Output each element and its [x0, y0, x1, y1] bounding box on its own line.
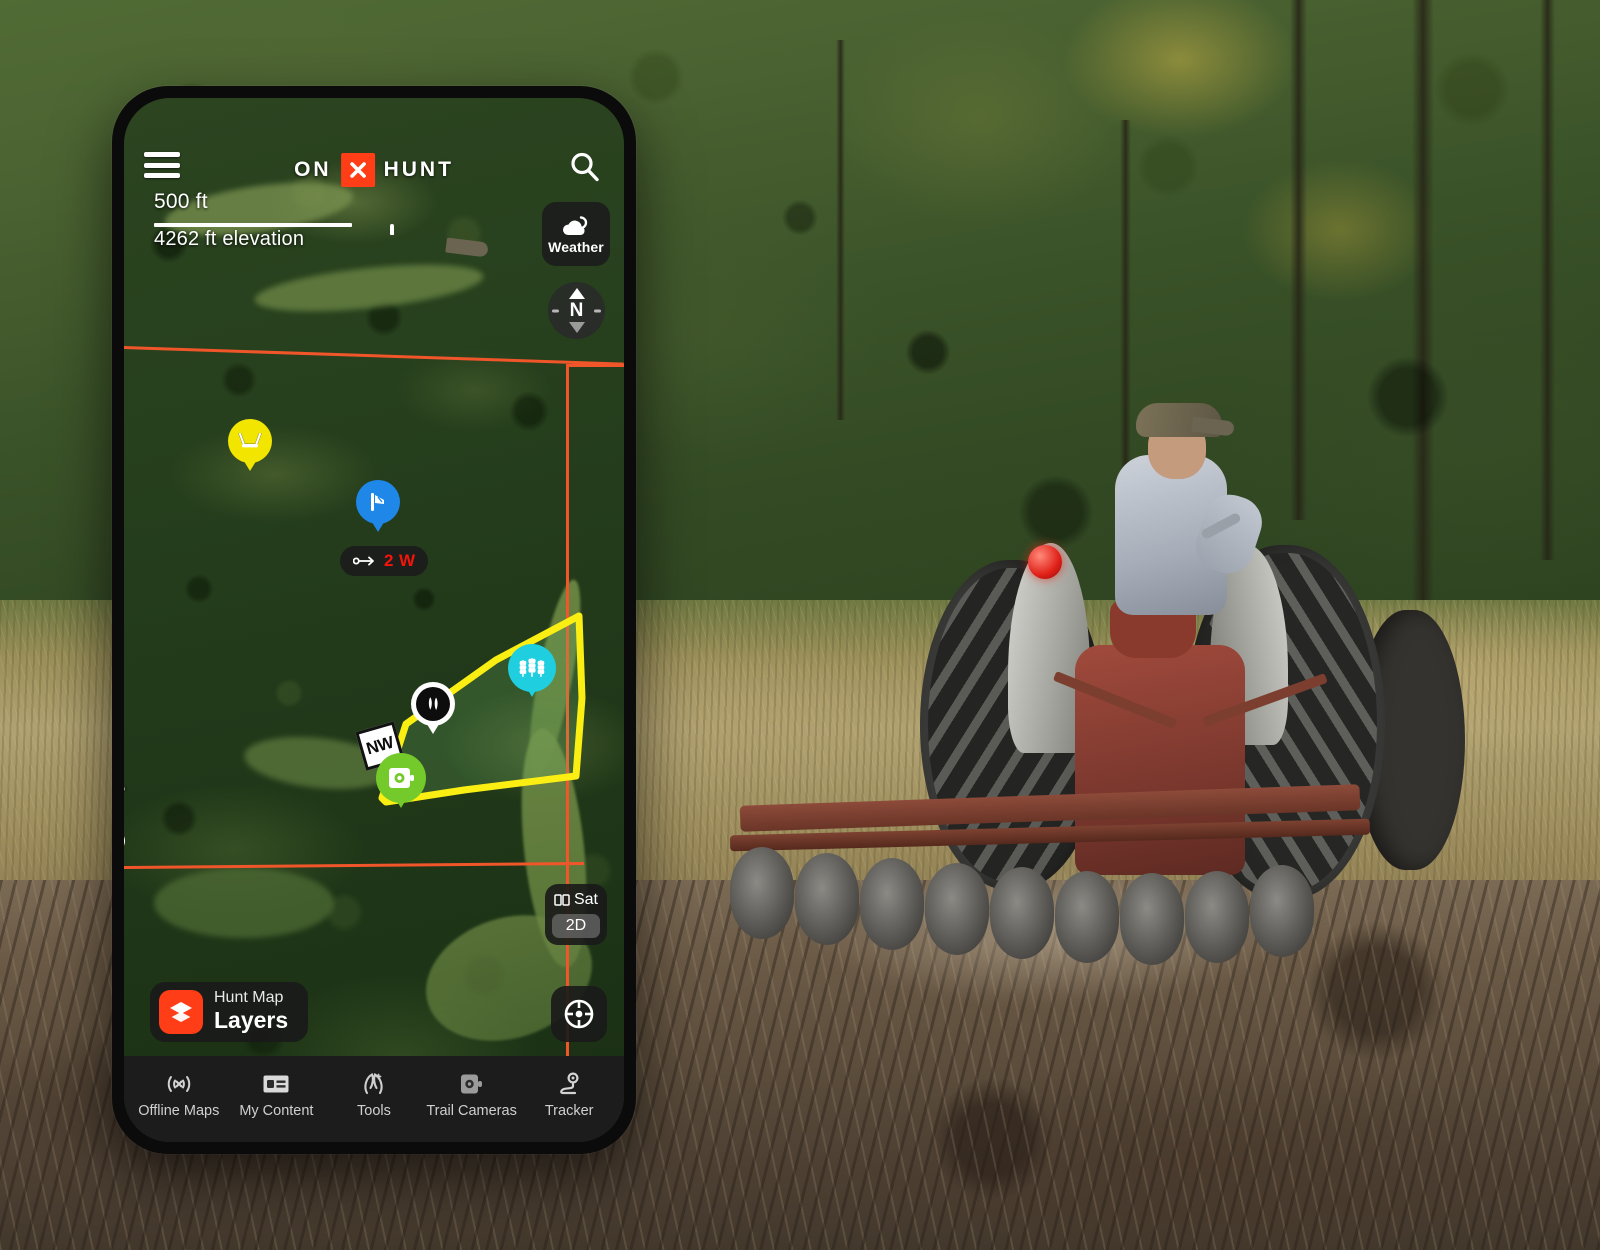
app-top-bar: ON HUNT: [124, 98, 624, 187]
scale-label: 500 ft: [154, 190, 208, 213]
scale-bar: [154, 216, 394, 235]
brand-text-left: ON: [294, 158, 332, 181]
nav-item-my-content[interactable]: My Content: [228, 1071, 326, 1119]
compass-west-tick: [552, 309, 559, 312]
tree-trunk: [1540, 0, 1555, 560]
harrow-disc: [795, 853, 859, 945]
tree-stand-pin-body: [228, 419, 272, 463]
compass-north-arrow: [568, 288, 585, 299]
food-plot-marker[interactable]: [508, 644, 556, 697]
nav-label: Trail Cameras: [426, 1103, 517, 1119]
basemap-dimension-label[interactable]: 2D: [552, 914, 600, 938]
harrow-disc: [1055, 871, 1119, 963]
layers-title: Hunt Map: [214, 989, 284, 1007]
stacked-layers-icon: [159, 990, 203, 1034]
mapbox-logo-icon: [124, 830, 125, 852]
basemap-type-label: Sat: [573, 891, 598, 908]
search-icon[interactable]: [568, 150, 602, 184]
mapbox-label: mapbox: [124, 740, 126, 823]
nav-item-trail-cameras[interactable]: Trail Cameras: [423, 1071, 521, 1119]
wind-value: 2 W: [384, 551, 416, 570]
harrow-disc: [925, 863, 989, 955]
tractor-and-operator: [720, 395, 1465, 1025]
harrow-disc: [990, 867, 1054, 959]
weather-button[interactable]: Weather: [542, 202, 610, 266]
harrow-disc: [730, 847, 794, 939]
layers-book-icon: [554, 894, 570, 906]
offline-signal-icon: [164, 1071, 194, 1097]
clearing-patch: [154, 868, 334, 938]
tools-icon: [361, 1071, 387, 1097]
content-card-icon: [262, 1071, 290, 1097]
wind-indicator-badge[interactable]: 2 W: [340, 546, 429, 576]
wheat-crop-icon: [519, 658, 545, 677]
hoof-print-icon: [428, 697, 438, 710]
camo-cap: [1136, 403, 1222, 437]
deer-track-marker[interactable]: [411, 682, 455, 734]
deer-track-pin-body: [411, 682, 455, 726]
compass-control[interactable]: N: [548, 282, 605, 339]
nav-item-offline-maps[interactable]: Offline Maps: [130, 1071, 228, 1119]
ground-blind-pin-body: [356, 480, 400, 524]
harrow-disc: [1250, 865, 1314, 957]
crosshair-target-icon: [564, 999, 594, 1029]
harrow-disc: [860, 858, 924, 950]
blind-icon: [371, 493, 384, 511]
camera-icon: [389, 768, 414, 788]
compass-east-tick: [594, 309, 601, 312]
cloud-sun-icon: [559, 214, 593, 238]
basemap-toggle[interactable]: Sat 2D: [545, 884, 607, 945]
wind-direction-icon: [353, 556, 374, 566]
phone-device-frame: NW 2 W mapbox: [112, 86, 636, 1154]
mapbox-attribution[interactable]: mapbox: [124, 740, 126, 852]
tracker-pin-icon: [556, 1071, 582, 1097]
harrow-disc: [1185, 871, 1249, 963]
food-plot-pin-body: [508, 644, 556, 692]
layers-button[interactable]: Hunt Map Layers: [150, 982, 309, 1042]
basemap-type-row[interactable]: Sat: [554, 891, 598, 909]
nav-item-tracker[interactable]: Tracker: [520, 1071, 618, 1119]
tree-stand-marker[interactable]: [228, 419, 272, 471]
bottom-navigation-bar: Offline Maps My Content Tools Trail Came…: [124, 1056, 624, 1142]
ground-blind-marker[interactable]: [356, 480, 400, 532]
nav-label: Tools: [357, 1103, 391, 1119]
nav-label: Tracker: [544, 1103, 594, 1119]
tree-stand-icon: [238, 433, 262, 448]
tree-trunk: [836, 40, 845, 420]
map-scale-readout: 500 ft 4262 ft elevation: [154, 190, 394, 251]
hamburger-menu-icon[interactable]: [144, 152, 180, 178]
taillight: [1028, 545, 1062, 579]
brand-text-right: HUNT: [383, 158, 454, 181]
trail-camera-icon: [458, 1071, 486, 1097]
nav-item-tools[interactable]: Tools: [325, 1071, 423, 1119]
harrow-disc: [1120, 873, 1184, 965]
phone-screen: NW 2 W mapbox: [124, 98, 624, 1142]
x-mark-icon: [340, 153, 375, 187]
layers-subtitle: Layers: [214, 1007, 289, 1034]
compass-north-label: N: [569, 300, 584, 321]
app-logo: ON HUNT: [294, 153, 454, 187]
gps-locate-button[interactable]: [551, 986, 607, 1042]
elevation-label: 4262 ft elevation: [154, 228, 305, 250]
nav-label: Offline Maps: [138, 1103, 220, 1119]
compass-south-arrow: [568, 322, 585, 333]
nav-label: My Content: [239, 1103, 314, 1119]
parcel-boundary-line: [567, 364, 624, 367]
weather-label: Weather: [548, 238, 604, 255]
trail-camera-marker[interactable]: [376, 753, 426, 803]
